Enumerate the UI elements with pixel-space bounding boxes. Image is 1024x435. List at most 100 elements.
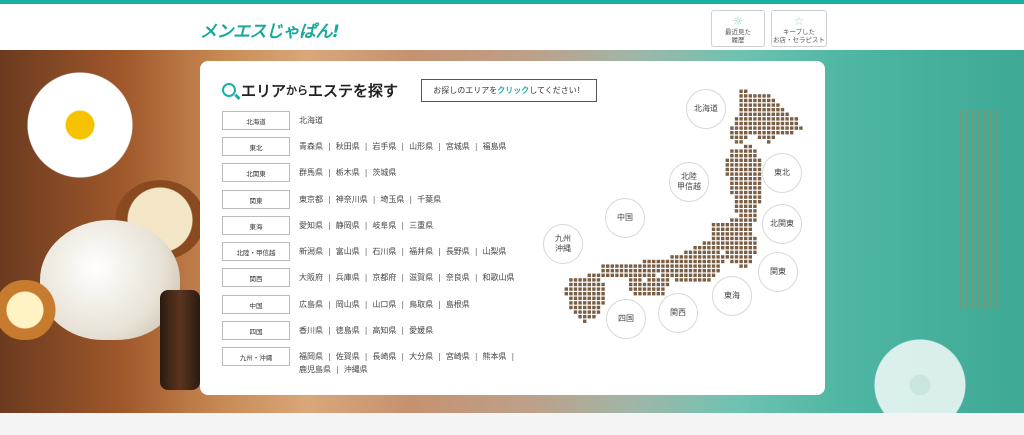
separator: | — [328, 142, 331, 151]
prefecture-link[interactable]: 山形県 — [409, 140, 433, 153]
prefecture-link[interactable]: 三重県 — [409, 219, 433, 232]
prefecture-link[interactable]: 岩手県 — [372, 140, 396, 153]
saved-items-button[interactable]: ☆ キープした お店・セラピスト — [771, 10, 827, 47]
area-search-panel: エリア から エステを探す お探しのエリアを クリック してください！ 北海道北… — [200, 61, 825, 395]
region-label-button[interactable]: 関東 — [222, 190, 290, 209]
prefecture-link[interactable]: 長崎県 — [372, 350, 396, 363]
prefecture-link[interactable]: 福井県 — [409, 245, 433, 258]
prefecture-link[interactable]: 岐阜県 — [372, 219, 396, 232]
separator: | — [401, 247, 405, 256]
map-region-hokkaido[interactable]: 北海道 — [686, 89, 726, 129]
prefecture-link[interactable]: 佐賀県 — [336, 350, 360, 363]
separator: | — [511, 352, 515, 361]
region-label-button[interactable]: 北海道 — [222, 111, 290, 130]
prefecture-list: 愛知県 | 静岡県 | 岐阜県 | 三重県 — [299, 216, 539, 232]
region-label-button[interactable]: 四国 — [222, 321, 290, 340]
prefecture-link[interactable]: 熊本県 — [483, 350, 507, 363]
separator: | — [474, 247, 478, 256]
region-row: 北関東 群馬県 | 栃木県 | 茨城県 — [222, 163, 539, 182]
region-label-button[interactable]: 東北 — [222, 137, 290, 156]
separator: | — [328, 273, 331, 282]
prefecture-link[interactable]: 北海道 — [299, 114, 323, 127]
prefecture-link[interactable]: 沖縄県 — [344, 363, 368, 376]
region-row: 九州・沖縄 福岡県 | 佐賀県 | 長崎県 | 大分県 | 宮崎県 | 熊本県 | 鹿児島県 | 沖縄県 — [222, 347, 539, 376]
prefecture-link[interactable]: 秋田県 — [336, 140, 360, 153]
prefecture-link[interactable]: 香川県 — [299, 324, 323, 337]
prefecture-link[interactable]: 富山県 — [336, 245, 360, 258]
prefecture-link[interactable]: 滋賀県 — [409, 271, 433, 284]
prefecture-link[interactable]: 愛媛県 — [409, 324, 433, 337]
separator: | — [328, 352, 331, 361]
prefecture-link[interactable]: 千葉県 — [417, 193, 441, 206]
prefecture-link[interactable]: 奈良県 — [446, 271, 470, 284]
region-label-button[interactable]: 東海 — [222, 216, 290, 235]
prefecture-link[interactable]: 福岡県 — [299, 350, 323, 363]
prefecture-link[interactable]: 高知県 — [372, 324, 396, 337]
prefecture-link[interactable]: 岡山県 — [336, 298, 360, 311]
separator: | — [364, 300, 368, 309]
prefecture-link[interactable]: 大分県 — [409, 350, 433, 363]
prefecture-link[interactable]: 茨城県 — [372, 166, 396, 179]
prefecture-list: 福岡県 | 佐賀県 | 長崎県 | 大分県 | 宮崎県 | 熊本県 | 鹿児島県 | 沖縄県 — [299, 347, 539, 376]
map-region-kanto[interactable]: 関東 — [758, 252, 798, 292]
site-logo[interactable]: メンエスじゃぱん! — [200, 17, 340, 42]
prefecture-link[interactable]: 青森県 — [299, 140, 323, 153]
region-label-button[interactable]: 関西 — [222, 268, 290, 287]
separator: | — [401, 221, 405, 230]
map-region-hokuriku-label: 北陸 甲信越 — [677, 172, 701, 192]
prefecture-link[interactable]: 埼玉県 — [380, 193, 404, 206]
prefecture-link[interactable]: 愛知県 — [299, 219, 323, 232]
prefecture-link[interactable]: 広島県 — [299, 298, 323, 311]
hint-text-highlight: クリック — [497, 86, 530, 95]
prefecture-link[interactable]: 鹿児島県 — [299, 363, 331, 376]
prefecture-link[interactable]: 鳥取県 — [409, 298, 433, 311]
map-region-hokuriku-koshinetsu[interactable]: 北陸 甲信越 — [669, 162, 709, 202]
prefecture-link[interactable]: 宮崎県 — [446, 350, 470, 363]
region-label-button[interactable]: 北陸・甲信越 — [222, 242, 290, 261]
prefecture-link[interactable]: 山口県 — [372, 298, 396, 311]
prefecture-link[interactable]: 石川県 — [372, 245, 396, 258]
map-region-chugoku[interactable]: 中国 — [605, 198, 645, 238]
map-region-hokuriku-line2: 甲信越 — [677, 182, 701, 191]
page-bottom — [0, 413, 1024, 435]
site-header: メンエスじゃぱん! ☼ 最近見た 履歴 ☆ キープした お店・セラピスト — [0, 4, 1024, 50]
map-region-shikoku[interactable]: 四国 — [606, 299, 646, 339]
prefecture-link[interactable]: 東京都 — [299, 193, 323, 206]
prefecture-link[interactable]: 長野県 — [446, 245, 470, 258]
map-region-kyushu-line2: 沖縄 — [555, 244, 571, 253]
map-region-kyushu-okinawa[interactable]: 九州 沖縄 — [543, 224, 583, 264]
map-region-kyushu-line1: 九州 — [555, 234, 571, 243]
map-region-kanto-label: 関東 — [770, 267, 786, 276]
prefecture-link[interactable]: 福島県 — [483, 140, 507, 153]
prefecture-list: 大阪府 | 兵庫県 | 京都府 | 滋賀県 | 奈良県 | 和歌山県 — [299, 268, 539, 284]
prefecture-link[interactable]: 新潟県 — [299, 245, 323, 258]
map-region-shikoku-label: 四国 — [618, 314, 634, 323]
map-region-kitakanto[interactable]: 北関東 — [762, 204, 802, 244]
prefecture-link[interactable]: 神奈川県 — [336, 193, 368, 206]
map-region-kansai[interactable]: 関西 — [658, 293, 698, 333]
prefecture-link[interactable]: 京都府 — [372, 271, 396, 284]
prefecture-link[interactable]: 宮城県 — [446, 140, 470, 153]
prefecture-link[interactable]: 山梨県 — [483, 245, 507, 258]
region-row: 北海道 北海道 — [222, 111, 539, 130]
region-row: 北陸・甲信越 新潟県 | 富山県 | 石川県 | 福井県 | 長野県 | 山梨県 — [222, 242, 539, 261]
prefecture-link[interactable]: 和歌山県 — [483, 271, 515, 284]
separator: | — [328, 221, 331, 230]
prefecture-link[interactable]: 島根県 — [446, 298, 470, 311]
recent-history-button[interactable]: ☼ 最近見た 履歴 — [711, 10, 765, 47]
prefecture-link[interactable]: 大阪府 — [299, 271, 323, 284]
prefecture-link[interactable]: 静岡県 — [336, 219, 360, 232]
map-region-tokai[interactable]: 東海 — [712, 276, 752, 316]
prefecture-link[interactable]: 徳島県 — [336, 324, 360, 337]
region-label-button[interactable]: 中国 — [222, 295, 290, 314]
region-label-button[interactable]: 北関東 — [222, 163, 290, 182]
prefecture-link[interactable]: 兵庫県 — [336, 271, 360, 284]
separator: | — [438, 300, 441, 309]
prefecture-link[interactable]: 栃木県 — [336, 166, 360, 179]
map-region-tohoku[interactable]: 東北 — [762, 153, 802, 193]
prefecture-link[interactable]: 群馬県 — [299, 166, 323, 179]
region-row: 関東 東京都 | 神奈川県 | 埼玉県 | 千葉県 — [222, 190, 539, 209]
oil-bottle-image — [160, 290, 200, 390]
region-label-button[interactable]: 九州・沖縄 — [222, 347, 290, 366]
separator: | — [328, 247, 331, 256]
